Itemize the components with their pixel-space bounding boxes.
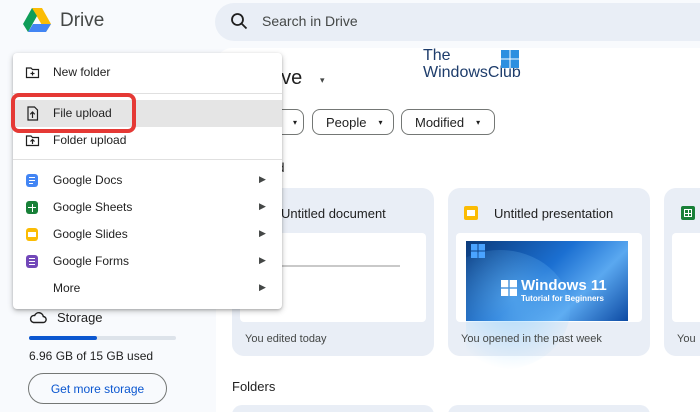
sheets-icon [681,206,695,220]
menu-item-more[interactable]: More ▶ [13,275,282,302]
chevron-down-icon: ▾ [292,117,297,127]
menu-item-label: Google Docs [53,173,123,187]
folder-upload-icon [25,135,40,147]
menu-item-label: Google Slides [53,227,128,241]
menu-item-label: More [53,281,81,295]
chevron-down-icon: ▾ [476,117,481,127]
sheets-icon [26,201,38,214]
chevron-right-icon: ▶ [259,255,266,265]
menu-item-label: Google Sheets [53,200,133,214]
card-footer: You [677,333,696,345]
drive-logo-icon [23,8,51,32]
watermark-logo-icon [501,50,519,68]
filter-chip-label: People [326,114,367,130]
chevron-right-icon: ▶ [259,201,266,211]
folder-card[interactable] [232,405,434,412]
menu-item-label: New folder [53,65,111,79]
folder-card[interactable] [448,405,650,412]
get-more-storage-button[interactable]: Get more storage [28,373,167,404]
search-icon[interactable] [230,12,248,30]
slides-icon [464,206,478,220]
forms-icon [26,255,38,268]
new-folder-icon [25,67,40,79]
windows-logo-icon [471,244,485,258]
thumbnail-title: Windows 11 [521,277,607,294]
windows-logo-icon [501,280,517,296]
chevron-right-icon: ▶ [259,228,266,238]
title-caret-icon[interactable]: ▾ [320,75,325,86]
filter-chip-people[interactable]: People ▾ [312,109,394,135]
menu-item-label: Google Forms [53,254,130,268]
card-footer: You edited today [245,333,327,345]
menu-item-label: Folder upload [53,133,127,147]
chevron-right-icon: ▶ [259,282,266,292]
section-heading-folders: Folders [232,379,276,394]
menu-item-google-slides[interactable]: Google Slides ▶ [13,221,282,248]
filter-chip-modified[interactable]: Modified ▾ [401,109,495,135]
storage-label[interactable]: Storage [57,310,103,325]
thumbnail-subtitle: Tutorial for Beginners [521,294,604,303]
card-thumbnail[interactable] [672,233,700,322]
watermark-line1: The [423,47,451,64]
chevron-down-icon: ▾ [378,117,383,127]
docs-icon [26,174,38,187]
card-footer: You opened in the past week [461,333,602,345]
storage-progress-fill [29,336,97,340]
slides-icon [26,228,38,241]
cloud-icon [29,312,47,324]
menu-divider [13,159,282,160]
highlight-annotation-box [11,93,136,133]
storage-used-text: 6.96 GB of 15 GB used [29,349,154,363]
menu-item-google-docs[interactable]: Google Docs ▶ [13,167,282,194]
search-input[interactable]: Search in Drive [262,13,358,29]
menu-item-new-folder[interactable]: New folder [13,59,282,86]
card-title: Untitled presentation [494,206,614,221]
filter-chip-label: Modified [415,114,465,130]
chevron-right-icon: ▶ [259,174,266,184]
app-brand[interactable]: Drive [60,10,104,32]
card-title: Untitled document [281,206,386,221]
menu-item-google-sheets[interactable]: Google Sheets ▶ [13,194,282,221]
menu-item-google-forms[interactable]: Google Forms ▶ [13,248,282,275]
